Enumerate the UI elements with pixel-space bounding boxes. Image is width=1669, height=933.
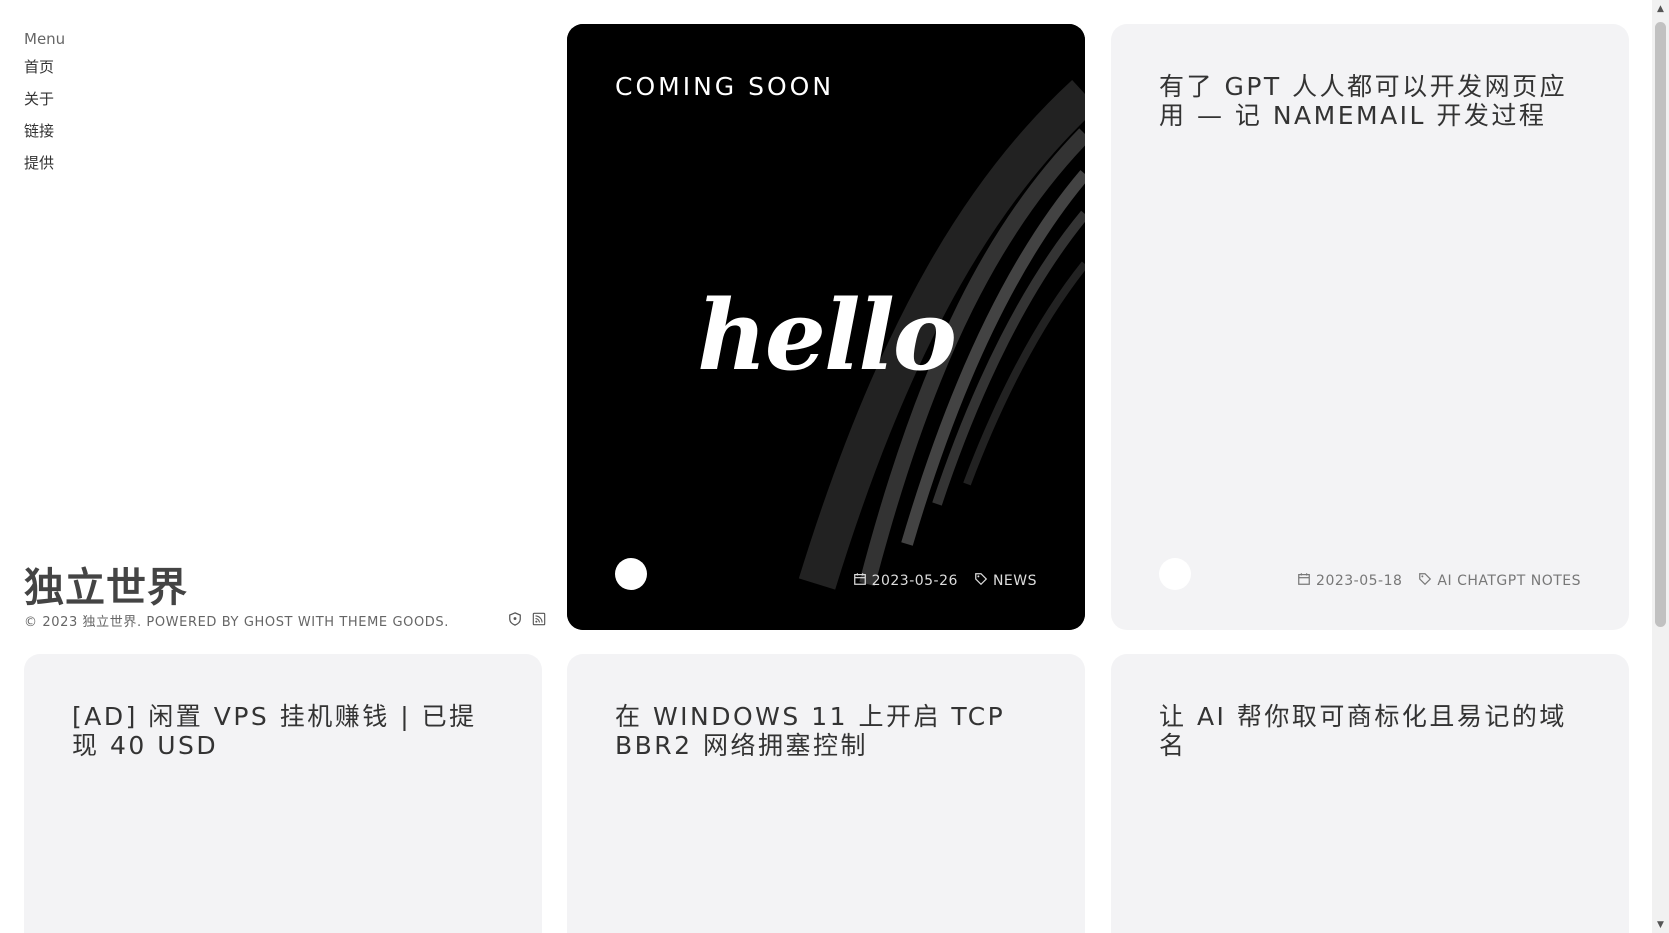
footer-copyright: © 2023 独立世界. POWERED BY GHOST WITH THEME…: [24, 615, 449, 630]
post-date: 2023-05-26: [853, 572, 958, 590]
scroll-up-icon[interactable]: ▲: [1652, 0, 1669, 17]
post-meta: 2023-05-18 AI CHATGPT NOTES: [1297, 572, 1581, 590]
post-title[interactable]: [AD] 闲置 VPS 挂机赚钱 | 已提现 40 USD: [72, 702, 494, 760]
post-card-vps-ad[interactable]: [AD] 闲置 VPS 挂机赚钱 | 已提现 40 USD: [24, 654, 542, 933]
post-title[interactable]: 在 WINDOWS 11 上开启 TCP BBR2 网络拥塞控制: [615, 702, 1037, 760]
menu-item-about[interactable]: 关于: [24, 88, 544, 110]
tag-icon: [1418, 572, 1432, 590]
calendar-icon: [853, 572, 867, 590]
post-meta: 2023-05-26 NEWS: [853, 572, 1037, 590]
scroll-down-icon[interactable]: ▼: [1652, 916, 1669, 933]
author-avatar[interactable]: [1159, 558, 1191, 590]
sidebar: Menu 首页 关于 链接 提供: [24, 30, 544, 630]
scroll-thumb[interactable]: [1655, 22, 1666, 627]
post-date-text: 2023-05-26: [871, 573, 958, 589]
shield-icon[interactable]: [508, 611, 522, 630]
post-title[interactable]: 让 AI 帮你取可商标化且易记的域名: [1159, 702, 1581, 760]
main-menu: 首页 关于 链接 提供: [24, 56, 544, 174]
post-date-text: 2023-05-18: [1316, 573, 1403, 589]
post-tags[interactable]: AI CHATGPT NOTES: [1418, 572, 1581, 590]
site-title[interactable]: 独立世界: [24, 555, 188, 613]
menu-item-home[interactable]: 首页: [24, 56, 544, 78]
page: Menu 首页 关于 链接 提供 独立世界 © 2023 独立世界. POWER…: [0, 0, 1669, 933]
menu-title: Menu: [24, 30, 66, 48]
post-title[interactable]: COMING SOON: [615, 72, 1037, 101]
calendar-icon: [1297, 572, 1311, 590]
post-card-windows-bbr2[interactable]: 在 WINDOWS 11 上开启 TCP BBR2 网络拥塞控制: [567, 654, 1085, 933]
author-avatar[interactable]: [615, 558, 647, 590]
post-card-gpt-namemail[interactable]: 有了 GPT 人人都可以开发网页应用 — 记 NAMEMAIL 开发过程 202…: [1111, 24, 1629, 630]
footer-icons: [508, 611, 546, 630]
tag-icon: [974, 572, 988, 590]
post-date: 2023-05-18: [1297, 572, 1402, 590]
post-tags-text[interactable]: NEWS: [993, 573, 1037, 589]
post-card-ai-domain[interactable]: 让 AI 帮你取可商标化且易记的域名: [1111, 654, 1629, 933]
post-tags[interactable]: NEWS: [974, 572, 1037, 590]
page-scrollbar[interactable]: ▲ ▼: [1652, 0, 1669, 933]
menu-item-offer[interactable]: 提供: [24, 152, 544, 174]
post-card-coming-soon[interactable]: COMING SOON hello 2023-05-26 NEWS: [567, 24, 1085, 630]
post-title[interactable]: 有了 GPT 人人都可以开发网页应用 — 记 NAMEMAIL 开发过程: [1159, 72, 1581, 130]
menu-item-links[interactable]: 链接: [24, 120, 544, 142]
post-tags-text[interactable]: AI CHATGPT NOTES: [1437, 573, 1581, 589]
rss-icon[interactable]: [532, 611, 546, 630]
hero-image-text: hello: [697, 279, 957, 392]
